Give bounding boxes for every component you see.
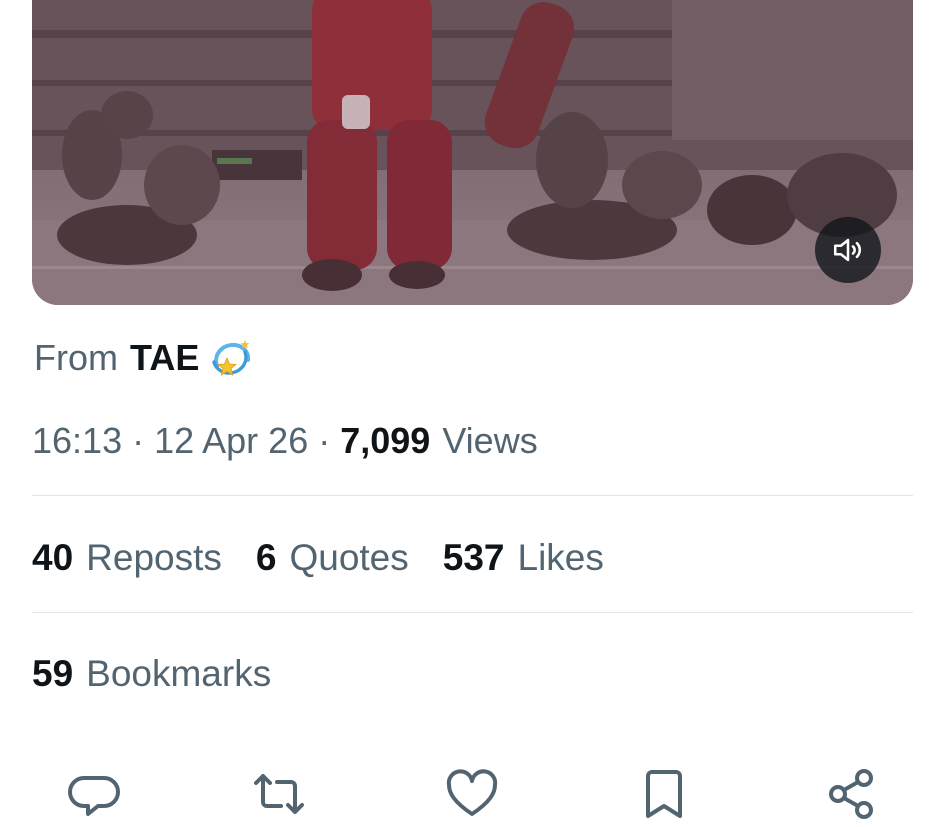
- meta-separator: ·: [132, 420, 145, 461]
- speaker-muted-icon: [833, 238, 862, 262]
- views-label: Views: [442, 420, 538, 461]
- dizzy-star-emoji-icon: [212, 340, 251, 376]
- likes-count: 537: [442, 537, 505, 578]
- quotes-label: Quotes: [289, 537, 409, 578]
- like-button[interactable]: [444, 766, 500, 816]
- engagement-stats: 40 Reposts 6 Quotes 537 Likes: [32, 534, 638, 582]
- bookmark-icon: [646, 770, 682, 818]
- reposts-stat[interactable]: 40 Reposts: [32, 537, 222, 579]
- tweet-action-bar: [0, 758, 945, 819]
- likes-stat[interactable]: 537 Likes: [443, 537, 604, 579]
- tweet-time[interactable]: 16:13: [32, 420, 122, 462]
- share-button[interactable]: [824, 766, 880, 819]
- mute-toggle-button[interactable]: [815, 217, 881, 283]
- reposts-count: 40: [32, 537, 74, 578]
- bookmarks-label: Bookmarks: [86, 653, 272, 694]
- source-prefix: From: [34, 337, 118, 378]
- share-icon: [829, 769, 873, 819]
- reply-button[interactable]: [66, 766, 122, 816]
- bookmarks-count: 59: [32, 653, 74, 694]
- bookmark-stats: 59 Bookmarks: [32, 650, 305, 698]
- tweet-date[interactable]: 12 Apr 26: [154, 420, 308, 462]
- divider: [32, 612, 913, 613]
- divider: [32, 495, 913, 496]
- reposts-label: Reposts: [86, 537, 222, 578]
- source-name[interactable]: TAE: [130, 337, 199, 379]
- repost-button[interactable]: [251, 766, 307, 816]
- quotes-count: 6: [255, 537, 277, 578]
- tweet-meta: 16:13 · 12 Apr 26 · 7,099 Views: [32, 418, 538, 464]
- reply-icon: [68, 776, 120, 816]
- meta-separator: ·: [318, 420, 331, 461]
- bookmark-button[interactable]: [636, 766, 692, 818]
- video-player[interactable]: [32, 0, 913, 305]
- likes-label: Likes: [517, 537, 604, 578]
- tweet-source: From TAE: [34, 333, 253, 383]
- bookmarks-stat[interactable]: 59 Bookmarks: [32, 653, 271, 695]
- views-count: 7,099: [340, 420, 431, 461]
- heart-icon: [446, 769, 498, 816]
- quotes-stat[interactable]: 6 Quotes: [256, 537, 409, 579]
- video-frame: [32, 0, 913, 305]
- repost-icon: [254, 774, 304, 814]
